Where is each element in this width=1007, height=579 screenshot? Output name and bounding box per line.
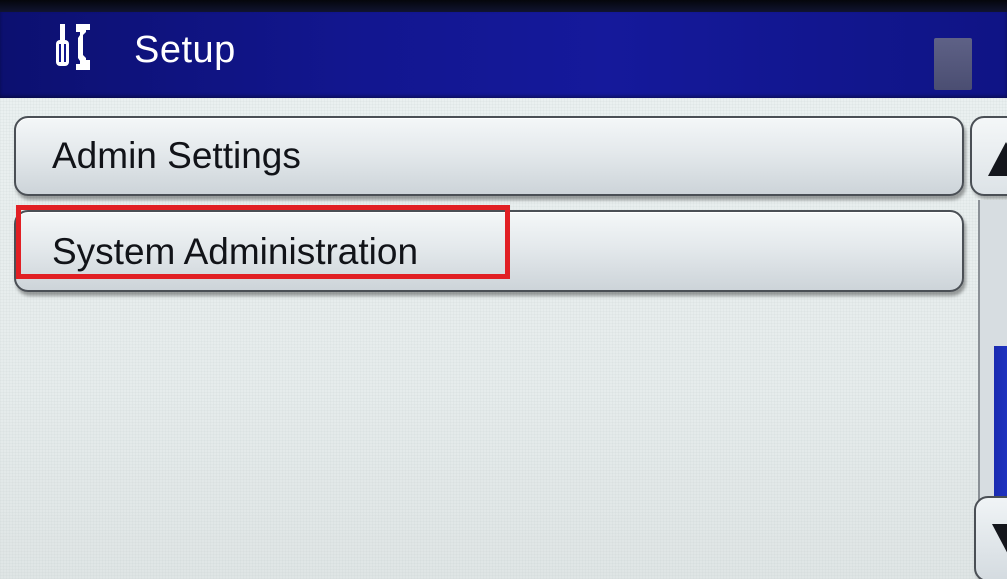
menu-item-label: Admin Settings <box>52 135 301 176</box>
scrollbar-thumb[interactable] <box>994 346 1007 496</box>
scroll-down-arrow-icon <box>992 524 1007 558</box>
menu-item-admin-settings[interactable]: Admin Settings <box>14 116 964 196</box>
tools-icon <box>56 24 90 70</box>
bezel-top <box>0 0 1007 12</box>
menu-list: Admin Settings System Administration <box>0 98 1007 579</box>
page-title: Setup <box>134 29 236 71</box>
scroll-down-button[interactable] <box>974 496 1007 579</box>
scroll-up-button[interactable] <box>970 116 1007 196</box>
printer-panel-screen: Setup Admin Settings System Administrati… <box>0 0 1007 579</box>
menu-item-system-administration[interactable]: System Administration <box>14 210 964 292</box>
title-bar: Setup <box>0 12 1007 98</box>
scroll-up-arrow-icon <box>988 142 1007 176</box>
status-indicator <box>934 38 972 90</box>
menu-item-label: System Administration <box>52 231 419 272</box>
